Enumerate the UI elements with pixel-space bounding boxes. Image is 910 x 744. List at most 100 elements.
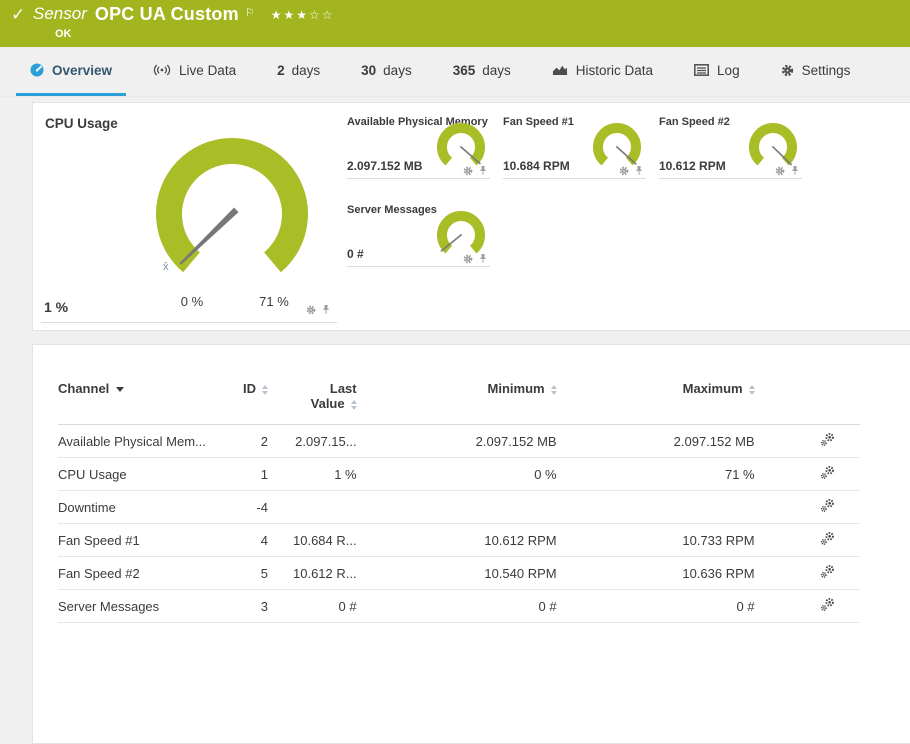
sensor-title-block: Sensor OPC UA Custom ⚐ ★★★☆☆ OK [33,2,334,40]
tab-2-days[interactable]: 2 days [263,47,334,96]
area-chart-icon [552,64,568,76]
gauge-current-value: 1 % [44,299,69,315]
minimum-cell: 10.612 RPM [381,523,582,557]
gauge-current-value: 2.097.152 MB [347,159,423,173]
gear-icon[interactable] [619,166,629,176]
cpu-usage-gauge [156,138,308,273]
table-row: CPU Usage 1 1 % 0 % 71 % [58,457,860,491]
stars-empty: ☆☆ [308,8,335,22]
gauge-icon [30,63,44,77]
gear-icon[interactable] [775,166,785,176]
pin-icon[interactable] [790,165,800,176]
channel-id-cell: 5 [238,556,293,590]
minimum-cell: 0 # [381,589,582,623]
last-value-cell: 0 # [293,589,382,623]
column-header-minimum[interactable]: Minimum [381,373,582,425]
tab-unit: days [383,62,412,78]
tab-overview[interactable]: Overview [16,47,127,96]
pin-icon[interactable] [478,253,488,264]
gauge-title: CPU Usage [45,116,118,131]
channel-name-cell: Available Physical Mem... [58,424,238,458]
gauge-current-value: 0 # [347,247,364,261]
sensor-status-text: OK [55,28,72,40]
gear-icon[interactable] [463,254,473,264]
broadcast-icon [153,64,171,76]
maximum-cell: 71 % [581,457,780,491]
gauge-cell-fan-speed-1: Fan Speed #1 10.684 RPM [503,111,646,199]
gear-icon[interactable] [463,166,473,176]
tab-historic-data[interactable]: Historic Data [538,47,667,96]
priority-stars[interactable]: ★★★☆☆ [271,3,335,27]
gear-icon[interactable] [306,305,316,315]
column-header-maximum[interactable]: Maximum [581,373,780,425]
last-value-cell: 2.097.15... [293,424,382,458]
gauge-current-value: 10.612 RPM [659,159,726,173]
tab-365-days[interactable]: 365 days [439,47,525,96]
tab-label: Settings [801,62,851,78]
column-header-id[interactable]: ID [238,373,293,425]
gauge-current-value: 10.684 RPM [503,159,570,173]
channel-settings-gears-icon[interactable] [820,564,835,579]
table-row: Downtime -4 [58,490,860,524]
sensor-status-bar: ✓ Sensor OPC UA Custom ⚐ ★★★☆☆ OK [0,0,910,47]
pin-icon[interactable] [321,304,331,315]
tab-label: Historic Data [575,62,654,78]
channels-table: Channel ID Last Value Minimum Maximum Av… [58,373,860,623]
tab-30-days[interactable]: 30 days [347,47,426,96]
gear-icon [781,64,794,77]
tab-settings[interactable]: Settings [767,47,865,96]
gauge-scale-max: 71 % [259,294,289,309]
channel-settings-gears-icon[interactable] [820,465,835,480]
channel-id-cell: 2 [238,424,293,458]
channel-settings-gears-icon[interactable] [820,432,835,447]
table-header-row: Channel ID Last Value Minimum Maximum [58,373,860,425]
channel-id-cell: 4 [238,523,293,557]
gauge-title: Server Messages [347,204,437,216]
channel-name-cell: Downtime [58,490,238,524]
table-row: Fan Speed #2 5 10.612 R... 10.540 RPM 10… [58,556,860,590]
maximum-cell: 2.097.152 MB [581,424,780,458]
minimum-cell: 0 % [381,457,582,491]
minimum-cell [381,490,582,524]
table-row: Available Physical Mem... 2 2.097.15... … [58,424,860,458]
column-header-channel[interactable]: Channel [58,373,238,425]
channel-settings-gears-icon[interactable] [820,498,835,513]
status-ok-icon: ✓ [11,5,26,25]
maximum-cell: 0 # [581,589,780,623]
pin-icon[interactable] [634,165,644,176]
gauge-scale-min: 0 % [180,294,204,309]
log-list-icon [694,64,709,76]
maximum-cell: 10.733 RPM [581,523,780,557]
column-header-last-value[interactable]: Last Value [293,373,382,425]
minimum-cell: 2.097.152 MB [381,424,582,458]
tab-live-data[interactable]: Live Data [139,47,250,96]
priority-flag-icon[interactable]: ⚐ [245,1,255,25]
sort-arrows-icon [748,384,755,395]
channel-id-cell: 3 [238,589,293,623]
gauge-cell-server-messages: Server Messages 0 # [347,199,490,287]
sensor-name: OPC UA Custom [94,4,239,24]
channel-id-cell: 1 [238,457,293,491]
pin-icon[interactable] [478,165,488,176]
channel-name-cell: CPU Usage [58,457,238,491]
tab-unit: days [482,62,511,78]
tab-number: 2 [277,62,285,78]
channel-name-cell: Server Messages [58,589,238,623]
channel-settings-gears-icon[interactable] [820,531,835,546]
last-value-cell [293,490,382,524]
column-header-actions [779,373,860,425]
tab-number: 30 [361,62,377,78]
gauges-panel: CPU Usage x̄ 0 % 71 % 1 % Available Phys… [32,102,910,331]
channel-name-cell: Fan Speed #1 [58,523,238,557]
sort-arrows-icon [350,399,357,410]
tab-label: Live Data [179,62,237,78]
object-kind-label: Sensor [33,4,87,23]
tab-label: Log [717,62,740,78]
last-value-cell: 1 % [293,457,382,491]
average-marker: x̄ [163,261,169,273]
sort-arrows-icon [262,384,268,395]
gauge-title: Fan Speed #1 [503,116,574,128]
channel-settings-gears-icon[interactable] [820,597,835,612]
tab-unit: days [291,62,321,78]
tab-log[interactable]: Log [680,47,754,96]
